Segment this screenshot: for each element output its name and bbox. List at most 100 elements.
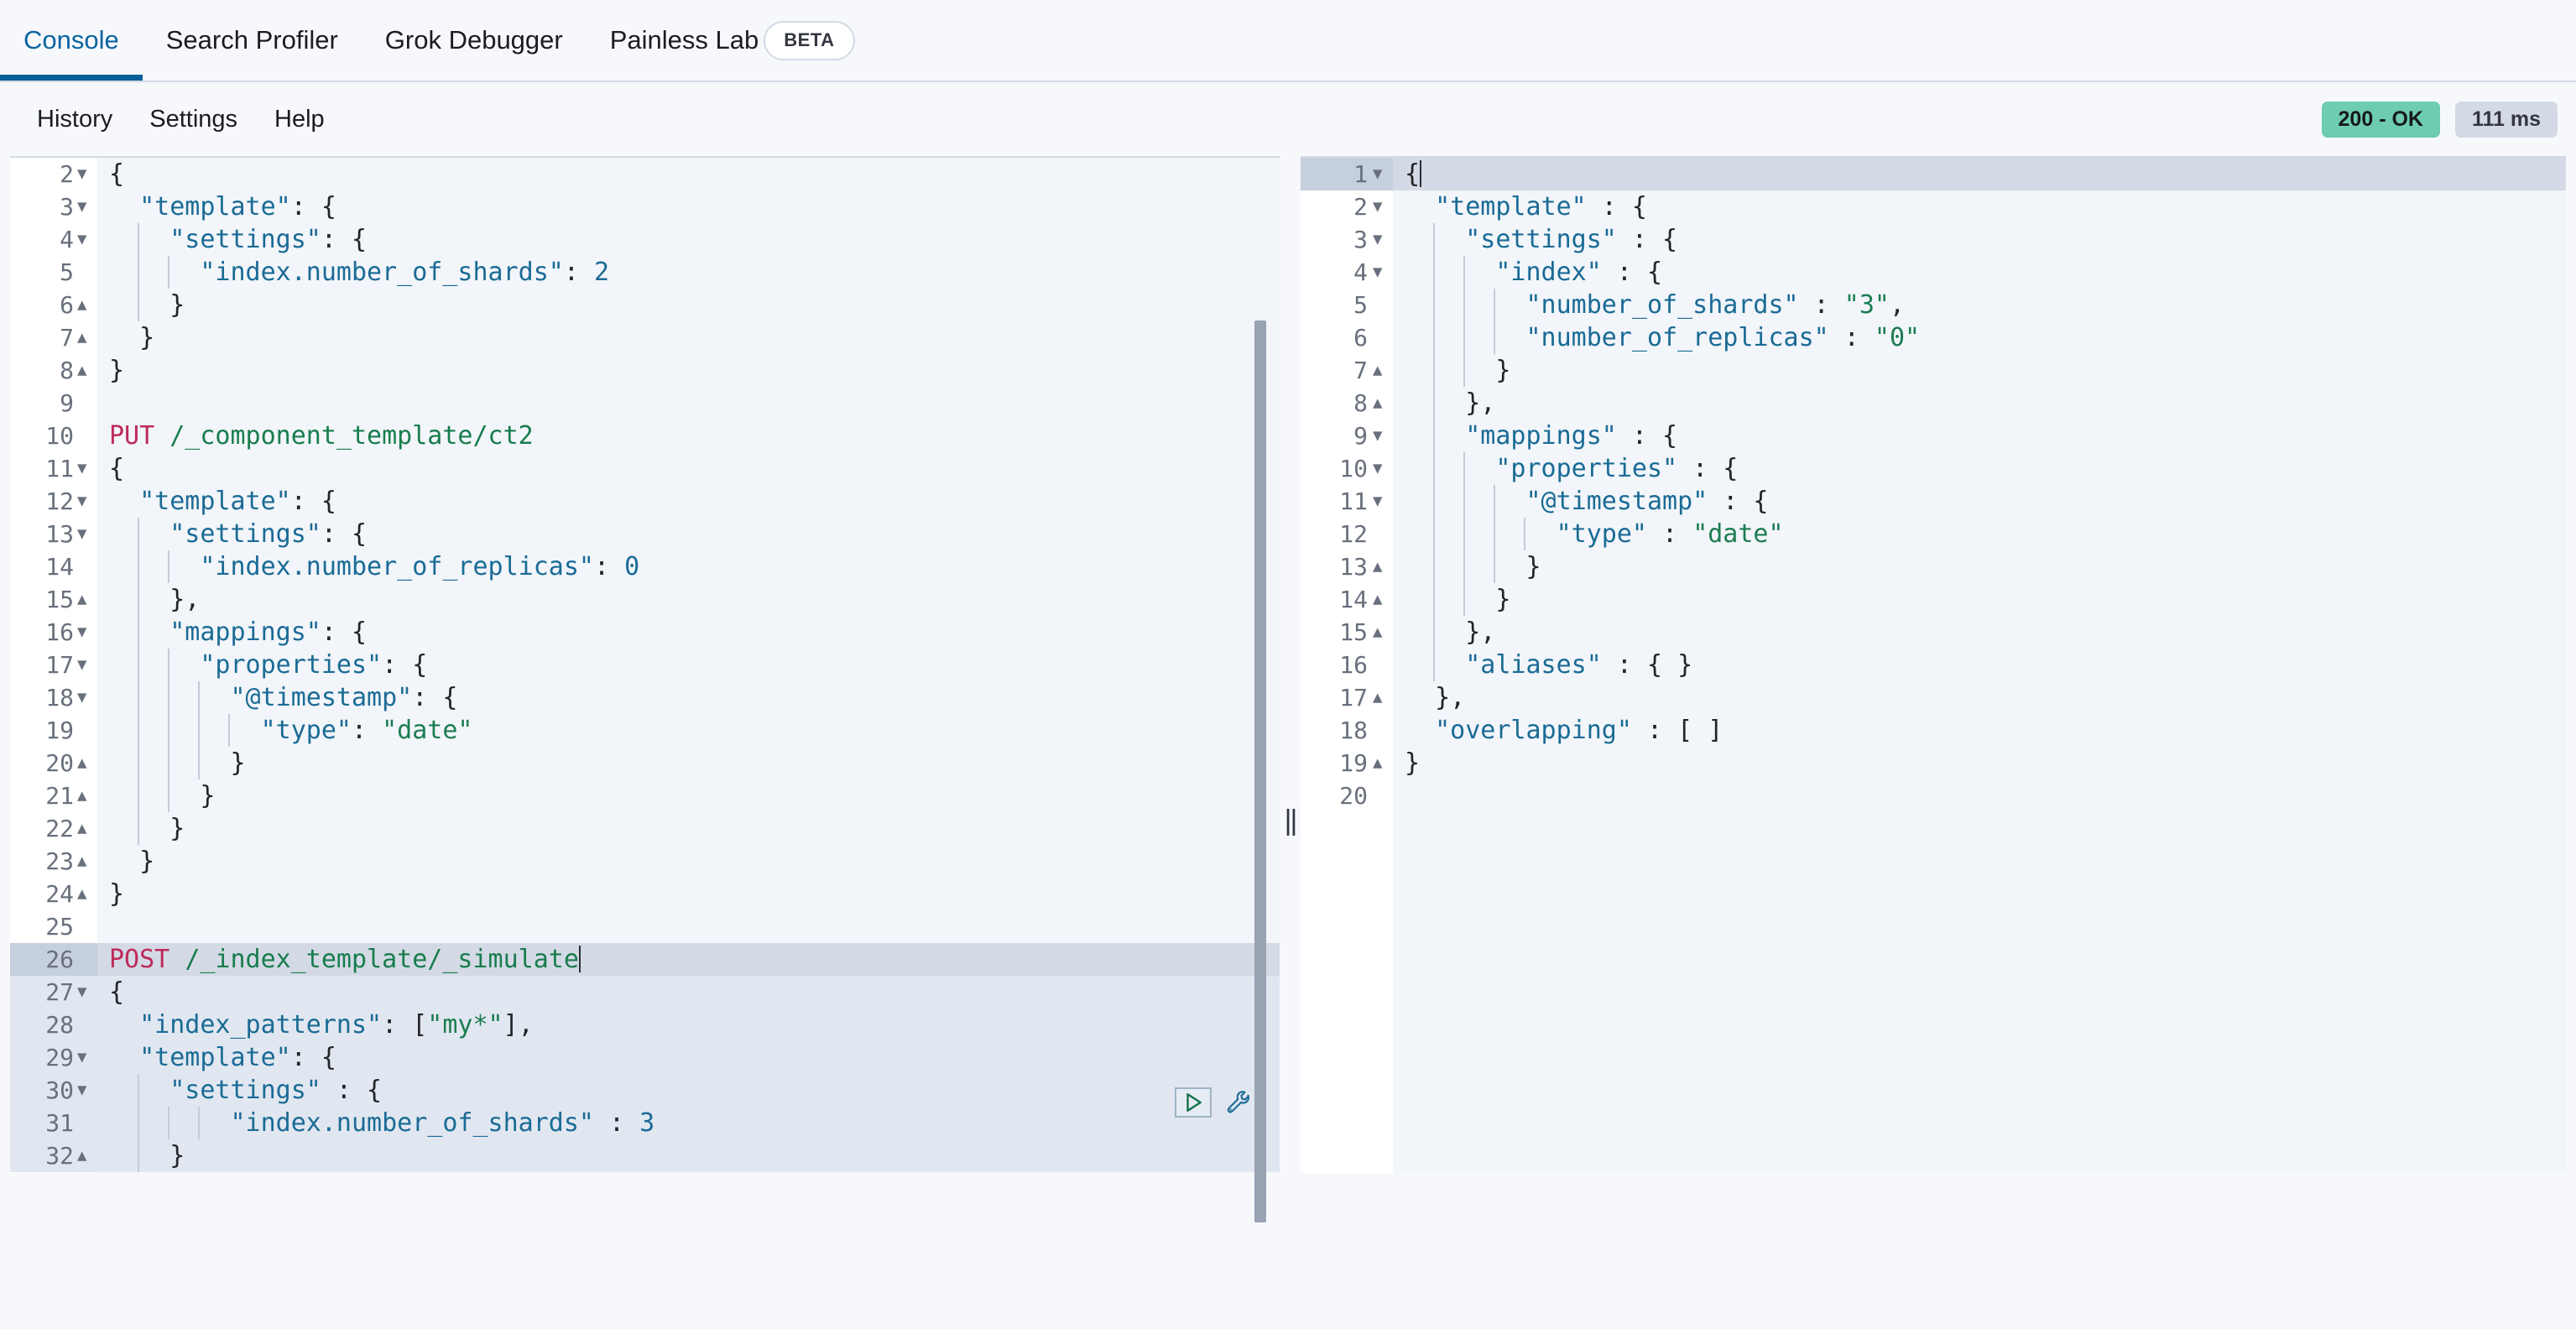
code-line[interactable]: 8▲ }, <box>1301 387 2566 420</box>
chevron-up-icon[interactable]: ▲ <box>1373 616 1382 649</box>
chevron-up-icon[interactable]: ▲ <box>77 1139 86 1172</box>
code-line[interactable]: 8▲} <box>10 354 1280 387</box>
code-line[interactable]: 26POST /_index_template/_simulate <box>10 943 1280 976</box>
code-line[interactable]: 14 "index.number_of_replicas": 0 <box>10 550 1280 583</box>
chevron-up-icon[interactable]: ▲ <box>77 321 86 354</box>
play-icon[interactable] <box>1175 1087 1212 1118</box>
chevron-down-icon[interactable]: ▼ <box>77 518 86 550</box>
chevron-up-icon[interactable]: ▲ <box>1373 583 1382 616</box>
request-scrollbar[interactable] <box>1254 321 1266 1222</box>
chevron-down-icon[interactable]: ▼ <box>77 485 86 518</box>
chevron-up-icon[interactable]: ▲ <box>77 878 86 910</box>
chevron-up-icon[interactable]: ▲ <box>1373 354 1382 387</box>
chevron-down-icon[interactable]: ▼ <box>77 1041 86 1074</box>
code-line[interactable]: 6 "number_of_replicas" : "0" <box>1301 321 2566 354</box>
code-line[interactable]: 19 "type": "date" <box>10 714 1280 747</box>
code-line[interactable]: 29▼ "template": { <box>10 1041 1280 1074</box>
code-line[interactable]: 24▲} <box>10 878 1280 910</box>
code-line[interactable]: 27▼{ <box>10 976 1280 1008</box>
code-line[interactable]: 28 "index_patterns": ["my*"], <box>10 1008 1280 1041</box>
code-line[interactable]: 14▲ } <box>1301 583 2566 616</box>
code-line[interactable]: 7▲ } <box>10 321 1280 354</box>
code-line[interactable]: 17▲ }, <box>1301 681 2566 714</box>
chevron-up-icon[interactable]: ▲ <box>1373 747 1382 779</box>
chevron-up-icon[interactable]: ▲ <box>77 289 86 321</box>
code-line[interactable]: 7▲ } <box>1301 354 2566 387</box>
chevron-up-icon[interactable]: ▲ <box>1373 387 1382 420</box>
history-button[interactable]: History <box>18 106 131 133</box>
pane-splitter[interactable]: || <box>1280 312 1301 1329</box>
chevron-down-icon[interactable]: ▼ <box>77 1074 86 1107</box>
chevron-down-icon[interactable]: ▼ <box>1373 190 1382 223</box>
code-line[interactable]: 3▼ "settings" : { <box>1301 223 2566 256</box>
code-line[interactable]: 13▲ } <box>1301 550 2566 583</box>
chevron-up-icon[interactable]: ▲ <box>77 812 86 845</box>
code-line[interactable]: 20▲ } <box>10 747 1280 779</box>
chevron-down-icon[interactable]: ▼ <box>1373 452 1382 485</box>
chevron-down-icon[interactable]: ▼ <box>1373 158 1382 190</box>
code-line[interactable]: 2▼ "template" : { <box>1301 190 2566 223</box>
tab-console[interactable]: Console <box>0 0 143 81</box>
code-line[interactable]: 32▲ } <box>10 1139 1280 1172</box>
code-line[interactable]: 16▼ "mappings": { <box>10 616 1280 649</box>
chevron-down-icon[interactable]: ▼ <box>1373 485 1382 518</box>
code-line[interactable]: 20 <box>1301 779 2566 812</box>
tab-grok-debugger[interactable]: Grok Debugger <box>362 0 587 81</box>
chevron-up-icon[interactable]: ▲ <box>77 779 86 812</box>
code-line[interactable]: 1▼{ <box>1301 158 2566 190</box>
chevron-down-icon[interactable]: ▼ <box>77 158 86 190</box>
code-line[interactable]: 6▲ } <box>10 289 1280 321</box>
code-line[interactable]: 11▼ "@timestamp" : { <box>1301 485 2566 518</box>
chevron-down-icon[interactable]: ▼ <box>1373 223 1382 256</box>
code-line[interactable]: 9▼ "mappings" : { <box>1301 420 2566 452</box>
code-line[interactable]: 4▼ "index" : { <box>1301 256 2566 289</box>
code-line[interactable]: 13▼ "settings": { <box>10 518 1280 550</box>
chevron-down-icon[interactable]: ▼ <box>77 976 86 1008</box>
tab-search-profiler[interactable]: Search Profiler <box>143 0 362 81</box>
chevron-up-icon[interactable]: ▲ <box>77 354 86 387</box>
code-line[interactable]: 21▲ } <box>10 779 1280 812</box>
tab-painless-lab[interactable]: Painless LabBETA <box>587 0 879 81</box>
chevron-down-icon[interactable]: ▼ <box>77 649 86 681</box>
code-line[interactable]: 15▲ }, <box>10 583 1280 616</box>
code-line[interactable]: 30▼ "settings" : { <box>10 1074 1280 1107</box>
code-line[interactable]: 12 "type" : "date" <box>1301 518 2566 550</box>
code-line[interactable]: 16 "aliases" : { } <box>1301 649 2566 681</box>
code-line[interactable]: 10▼ "properties" : { <box>1301 452 2566 485</box>
response-editor[interactable]: 1▼{2▼ "template" : {3▼ "settings" : {4▼ … <box>1301 156 2566 1173</box>
code-line[interactable]: 18▼ "@timestamp": { <box>10 681 1280 714</box>
code-line[interactable]: 11▼{ <box>10 452 1280 485</box>
code-line[interactable]: 31 "index.number_of_shards" : 3 <box>10 1107 1280 1139</box>
request-editor[interactable]: . . 2▼{3▼ "template": {4▼ "settings": {5… <box>10 156 1280 1173</box>
code-line[interactable]: 5 "index.number_of_shards": 2 <box>10 256 1280 289</box>
chevron-down-icon[interactable]: ▼ <box>77 616 86 649</box>
code-line[interactable]: 5 "number_of_shards" : "3", <box>1301 289 2566 321</box>
code-line[interactable]: 4▼ "settings": { <box>10 223 1280 256</box>
help-button[interactable]: Help <box>256 106 343 133</box>
code-line[interactable]: 15▲ }, <box>1301 616 2566 649</box>
code-line[interactable]: 18 "overlapping" : [ ] <box>1301 714 2566 747</box>
request-code[interactable]: 2▼{3▼ "template": {4▼ "settings": {5 "in… <box>10 158 1280 1173</box>
chevron-down-icon[interactable]: ▼ <box>77 452 86 485</box>
code-line[interactable]: 25 <box>10 910 1280 943</box>
code-line[interactable]: 2▼{ <box>10 158 1280 190</box>
code-line[interactable]: 23▲ } <box>10 845 1280 878</box>
settings-button[interactable]: Settings <box>131 106 256 133</box>
chevron-down-icon[interactable]: ▼ <box>77 190 86 223</box>
chevron-down-icon[interactable]: ▼ <box>77 223 86 256</box>
code-line[interactable]: 19▲} <box>1301 747 2566 779</box>
chevron-up-icon[interactable]: ▲ <box>77 583 86 616</box>
chevron-down-icon[interactable]: ▼ <box>1373 256 1382 289</box>
code-line[interactable]: 17▼ "properties": { <box>10 649 1280 681</box>
code-line[interactable]: 10PUT /_component_template/ct2 <box>10 420 1280 452</box>
chevron-up-icon[interactable]: ▲ <box>77 747 86 779</box>
chevron-up-icon[interactable]: ▲ <box>77 845 86 878</box>
chevron-down-icon[interactable]: ▼ <box>77 681 86 714</box>
code-line[interactable]: 12▼ "template": { <box>10 485 1280 518</box>
chevron-down-icon[interactable]: ▼ <box>1373 420 1382 452</box>
chevron-up-icon[interactable]: ▲ <box>1373 550 1382 583</box>
code-line[interactable]: 22▲ } <box>10 812 1280 845</box>
chevron-up-icon[interactable]: ▲ <box>1373 681 1382 714</box>
wrench-icon[interactable] <box>1222 1086 1255 1119</box>
code-line[interactable]: 3▼ "template": { <box>10 190 1280 223</box>
